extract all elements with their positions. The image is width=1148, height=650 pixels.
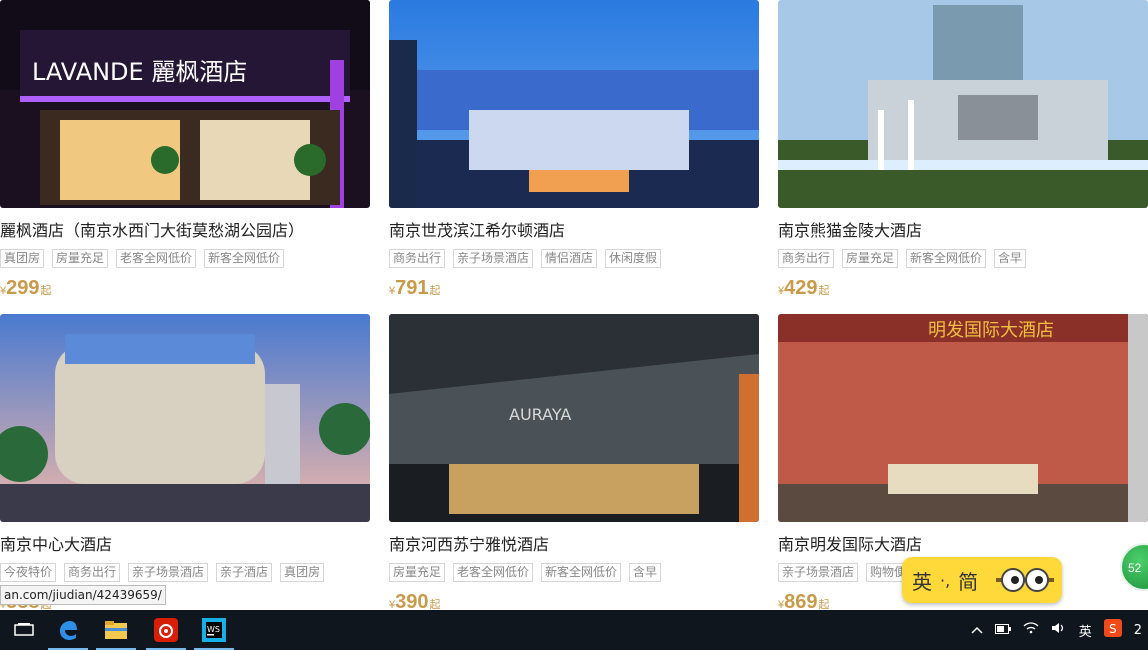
taskbar-file-explorer[interactable] xyxy=(92,610,140,650)
hotel-tag: 新客全网低价 xyxy=(541,563,622,582)
photo-sign-text: LAVANDE 麗枫酒店 xyxy=(32,58,247,86)
photo-sign-text: AURAYA xyxy=(509,405,571,424)
hotel-name[interactable]: 南京熊猫金陵大酒店 xyxy=(778,220,1148,242)
hotel-tag: 商务出行 xyxy=(389,249,446,268)
battery-icon[interactable] xyxy=(994,623,1011,638)
hotel-tag: 新客全网低价 xyxy=(906,249,987,268)
task-view-button[interactable] xyxy=(0,610,48,650)
status-url-tooltip: an.com/jiudian/42439659/ xyxy=(0,585,166,605)
hotel-photo[interactable] xyxy=(0,314,370,522)
ime-language-indicator[interactable]: 英 xyxy=(1079,621,1092,640)
hotel-tag: 商务出行 xyxy=(64,563,121,582)
price-value: 299 xyxy=(6,277,40,299)
ime-mode-toggle[interactable]: 简 xyxy=(958,566,978,595)
hotel-price: ¥ 791 起 xyxy=(389,277,759,303)
hotel-card[interactable]: LAVANDE 麗枫酒店 麗枫酒店（南京水西门大街莫愁湖公园店） 真团房 房量充… xyxy=(0,0,370,303)
hotel-tag: 新客全网低价 xyxy=(204,249,285,268)
hotel-price: ¥ 390 起 xyxy=(389,591,759,610)
hotel-tag: 亲子场景酒店 xyxy=(453,249,534,268)
hotel-card[interactable]: 南京世茂滨江希尔顿酒店 商务出行 亲子场景酒店 情侣酒店 休闲度假 ¥ 791 … xyxy=(389,0,759,303)
clock[interactable]: 2 xyxy=(1134,623,1142,638)
chevron-up-icon[interactable] xyxy=(971,623,983,638)
hotel-photo[interactable]: 明发国际大酒店 xyxy=(778,314,1148,522)
price-value: 390 xyxy=(395,591,429,610)
hotel-photo[interactable]: LAVANDE 麗枫酒店 xyxy=(0,0,370,208)
taskbar-edge[interactable] xyxy=(44,610,92,650)
taskbar-webstorm[interactable]: WS xyxy=(190,610,238,650)
hotel-price: ¥ 299 起 xyxy=(0,277,370,303)
hotel-card[interactable]: 南京熊猫金陵大酒店 商务出行 房量充足 新客全网低价 含早 ¥ 429 起 xyxy=(778,0,1148,303)
hotel-photo[interactable] xyxy=(389,0,759,208)
hotel-tags: 商务出行 房量充足 新客全网低价 含早 xyxy=(778,249,1148,269)
sogou-ime-icon[interactable]: S xyxy=(1103,619,1122,641)
hotel-tag: 房量充足 xyxy=(389,563,446,582)
hotel-tags: 真团房 房量充足 老客全网低价 新客全网低价 xyxy=(0,249,370,269)
hotel-tag: 房量充足 xyxy=(52,249,109,268)
price-value: 429 xyxy=(784,277,818,299)
hotel-name[interactable]: 南京河西苏宁雅悦酒店 xyxy=(389,534,759,556)
price-suffix: 起 xyxy=(40,285,52,297)
hotel-tag: 亲子场景酒店 xyxy=(778,563,859,582)
system-tray: 英 S 2 xyxy=(965,610,1148,650)
hotel-tag: 情侣酒店 xyxy=(541,249,598,268)
folder-icon xyxy=(105,621,127,639)
hotel-tag: 老客全网低价 xyxy=(453,563,534,582)
taskbar-netease-music[interactable] xyxy=(142,610,190,650)
volume-icon[interactable] xyxy=(1051,622,1067,638)
hotel-tag: 亲子酒店 xyxy=(216,563,273,582)
hotel-name[interactable]: 南京中心大酒店 xyxy=(0,534,370,556)
price-suffix: 起 xyxy=(429,285,441,297)
hotel-name[interactable]: 麗枫酒店（南京水西门大街莫愁湖公园店） xyxy=(0,220,370,242)
price-suffix: 起 xyxy=(818,285,830,297)
hotel-tag: 含早 xyxy=(629,563,662,582)
hotel-tag: 亲子场景酒店 xyxy=(128,563,209,582)
hotel-price: ¥ 429 起 xyxy=(778,277,1148,303)
hotel-tags: 今夜特价 商务出行 亲子场景酒店 亲子酒店 真团房 xyxy=(0,563,370,583)
price-value: 869 xyxy=(784,591,818,610)
hotel-tag: 真团房 xyxy=(0,249,45,268)
photo-sign-text: 明发国际大酒店 xyxy=(928,320,1054,341)
price-value: 791 xyxy=(395,277,429,299)
hotel-name[interactable]: 南京世茂滨江希尔顿酒店 xyxy=(389,220,759,242)
ime-punct-toggle[interactable]: ·, xyxy=(940,571,950,590)
hotel-card[interactable]: 南京中心大酒店 今夜特价 商务出行 亲子场景酒店 亲子酒店 真团房 ¥ 388 … xyxy=(0,314,370,610)
hotel-photo[interactable]: AURAYA xyxy=(389,314,759,522)
price-suffix: 起 xyxy=(429,599,441,610)
hotel-tag: 含早 xyxy=(994,249,1027,268)
taskbar: WS 英 S 2 xyxy=(0,610,1148,650)
hotel-tag: 休闲度假 xyxy=(605,249,662,268)
hotel-tags: 商务出行 亲子场景酒店 情侣酒店 休闲度假 xyxy=(389,249,759,269)
price-suffix: 起 xyxy=(818,599,830,610)
hotel-tags: 房量充足 老客全网低价 新客全网低价 含早 xyxy=(389,563,759,583)
webstorm-icon: WS xyxy=(202,618,226,642)
hotel-photo[interactable] xyxy=(778,0,1148,208)
task-view-icon xyxy=(14,623,34,636)
svg-text:S: S xyxy=(1109,622,1117,636)
hotel-tag: 老客全网低价 xyxy=(116,249,197,268)
edge-browser-icon xyxy=(60,621,77,640)
hotel-tag: 商务出行 xyxy=(778,249,835,268)
hotel-card[interactable]: AURAYA 南京河西苏宁雅悦酒店 房量充足 老客全网低价 新客全网低价 含早 … xyxy=(389,314,759,610)
hotel-name[interactable]: 南京明发国际大酒店 xyxy=(778,534,1148,556)
ime-mascot-icon[interactable] xyxy=(996,567,1054,593)
hotel-list-page: LAVANDE 麗枫酒店 麗枫酒店（南京水西门大街莫愁湖公园店） 真团房 房量充… xyxy=(0,0,1148,610)
hotel-tag: 真团房 xyxy=(280,563,325,582)
ime-toolbar[interactable]: 英 ·, 简 xyxy=(902,557,1062,603)
hotel-tag: 房量充足 xyxy=(842,249,899,268)
wifi-icon[interactable] xyxy=(1023,622,1039,638)
netease-music-icon xyxy=(154,618,178,642)
hotel-tag: 今夜特价 xyxy=(0,563,57,582)
ime-lang-toggle[interactable]: 英 xyxy=(912,566,932,595)
svg-text:WS: WS xyxy=(207,625,220,634)
